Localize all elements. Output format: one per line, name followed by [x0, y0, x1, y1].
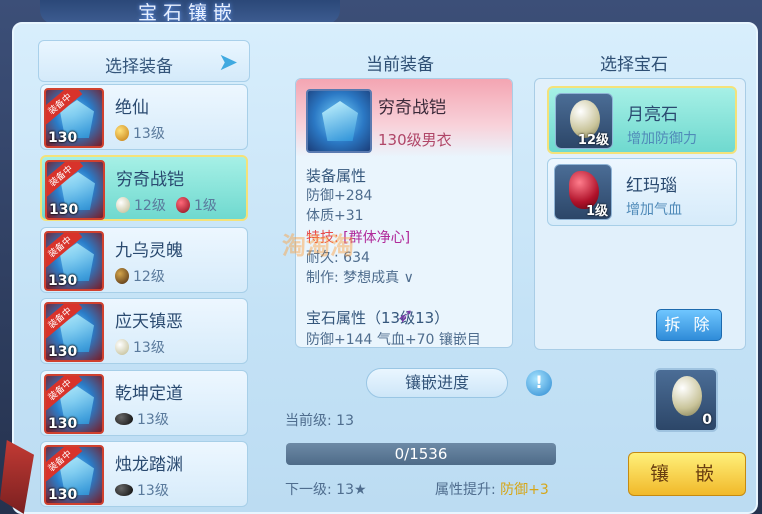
maker-info[interactable]: 制作: 梦想成真 ∨ [306, 267, 414, 287]
equipment-icon: 装备中 130 [45, 160, 105, 220]
title-banner: 宝石镶嵌 [40, 0, 340, 24]
inlay-progress-text: 0/1536 [394, 445, 448, 463]
remove-button[interactable]: 拆 除 [656, 309, 722, 341]
gem-icon [115, 413, 133, 425]
equipment-gem-level: 13级 [137, 483, 169, 499]
gem-icon [115, 125, 129, 141]
defense-stat: 防御+284 [306, 188, 373, 204]
inlay-button[interactable]: 镶 嵌 [628, 452, 746, 496]
gem-attr-heading: 宝石属性（13级13） [306, 309, 450, 327]
equipment-gem: 1级 [176, 195, 217, 215]
equipment-item[interactable]: 装备中 130 绝仙 13级 [40, 84, 248, 150]
equipment-list-title: 选择装备 [105, 57, 173, 77]
current-equipment-name: 穷奇战铠 [378, 98, 446, 118]
gem-icon [115, 484, 133, 496]
gem-slot[interactable]: 0 [654, 368, 718, 432]
equipment-gem: 13级 [115, 480, 169, 500]
gem-name: 红玛瑙 [626, 176, 677, 196]
equipment-item[interactable]: 装备中 130 应天镇恶 13级 [40, 298, 248, 364]
gem-desc: 增加气血 [626, 202, 682, 218]
watermark: 淘淘淘 [282, 232, 354, 260]
equipment-gem: 13级 [115, 337, 165, 357]
equipment-level: 130 [48, 344, 78, 360]
arrow-icon[interactable]: ➤ [213, 47, 243, 77]
gem-icon [115, 268, 129, 284]
next-level: 下一级: 13★ [285, 482, 367, 498]
equipment-name: 九乌灵魄 [115, 241, 183, 261]
attr-boost-label: 属性提升: [435, 482, 496, 498]
equipment-gem-level: 12级 [134, 198, 166, 214]
constitution-stat: 体质+31 [306, 208, 364, 224]
equipment-icon: 装备中 130 [44, 374, 104, 434]
equipment-gem: 12级 [116, 195, 166, 215]
gem-slot-count: 0 [702, 412, 712, 428]
gem-item[interactable]: 12级 月亮石增加防御力 [547, 86, 737, 154]
equipment-icon: 装备中 130 [44, 302, 104, 362]
gem-icon: 12级 [555, 93, 613, 149]
cursor-icon: ➶ [397, 303, 414, 327]
gem-icon: 1级 [554, 164, 612, 220]
equipment-item[interactable]: 装备中 130 九乌灵魄 12级 [40, 227, 248, 293]
gem-icon [115, 339, 129, 355]
gem-level: 1级 [585, 204, 608, 219]
gem-attr-line: 防御+144 气血+70 镶嵌目 [306, 332, 481, 348]
inlay-progress-bar: 0/1536 [286, 443, 556, 465]
equipment-name: 应天镇恶 [115, 312, 183, 332]
equipment-level: 130 [48, 130, 78, 146]
equipment-name: 穷奇战铠 [116, 170, 184, 190]
equipment-icon: 装备中 130 [44, 88, 104, 148]
progress-label: 镶嵌进度 [366, 368, 508, 398]
gem-level: 12级 [577, 133, 609, 148]
equipment-gem: 13级 [115, 409, 169, 429]
equipment-gem: 12级 [115, 266, 165, 286]
attr-boost: 属性提升: 防御+3 [435, 479, 549, 499]
equipment-item[interactable]: 装备中 130 乾坤定道 13级 [40, 370, 248, 436]
gem-desc: 增加防御力 [627, 131, 697, 147]
equipment-item[interactable]: 装备中 130 烛龙踏渊 13级 [40, 441, 248, 507]
equipment-gem-level: 13级 [133, 126, 165, 142]
equipment-level: 130 [49, 202, 79, 218]
gem-icon [176, 197, 190, 213]
info-icon[interactable]: ! [526, 370, 552, 396]
equipment-icon: 装备中 130 [44, 231, 104, 291]
equipment-name: 烛龙踏渊 [115, 455, 183, 475]
equipment-gem-level: 1级 [194, 198, 217, 214]
gem-name: 月亮石 [627, 105, 678, 125]
gem-icon [116, 197, 130, 213]
equipment-name: 绝仙 [115, 98, 149, 118]
equipment-gem-level: 12级 [133, 269, 165, 285]
current-equipment-title: 当前装备 [366, 55, 434, 75]
gem-item[interactable]: 1级 红玛瑙增加气血 [547, 158, 737, 226]
equipment-level: 130 [48, 416, 78, 432]
gem-inlay-window: 宝石镶嵌 选择装备 ➤ 装备中 130 绝仙 13级 装备中 130 穷奇战铠 12级 1级 装备… [0, 0, 762, 514]
equipment-list-header: 选择装备 ➤ [38, 40, 250, 82]
equip-attr-heading: 装备属性 [306, 167, 367, 185]
equipment-icon: 装备中 130 [44, 445, 104, 505]
current-level: 当前级: 13 [285, 413, 354, 429]
equipment-gem: 13级 [115, 123, 165, 143]
current-equipment-type: 130级男衣 [378, 131, 452, 149]
equipment-level: 130 [48, 487, 78, 503]
equipment-gem-level: 13级 [133, 340, 165, 356]
equipment-item[interactable]: 装备中 130 穷奇战铠 12级 1级 [40, 155, 248, 221]
equipment-gem-level: 13级 [137, 412, 169, 428]
select-gem-title: 选择宝石 [600, 55, 668, 75]
attr-boost-value: 防御+3 [500, 482, 549, 498]
equipment-name: 乾坤定道 [115, 384, 183, 404]
armor-icon [306, 89, 372, 153]
equipment-level: 130 [48, 273, 78, 289]
moonstone-icon [672, 376, 702, 416]
